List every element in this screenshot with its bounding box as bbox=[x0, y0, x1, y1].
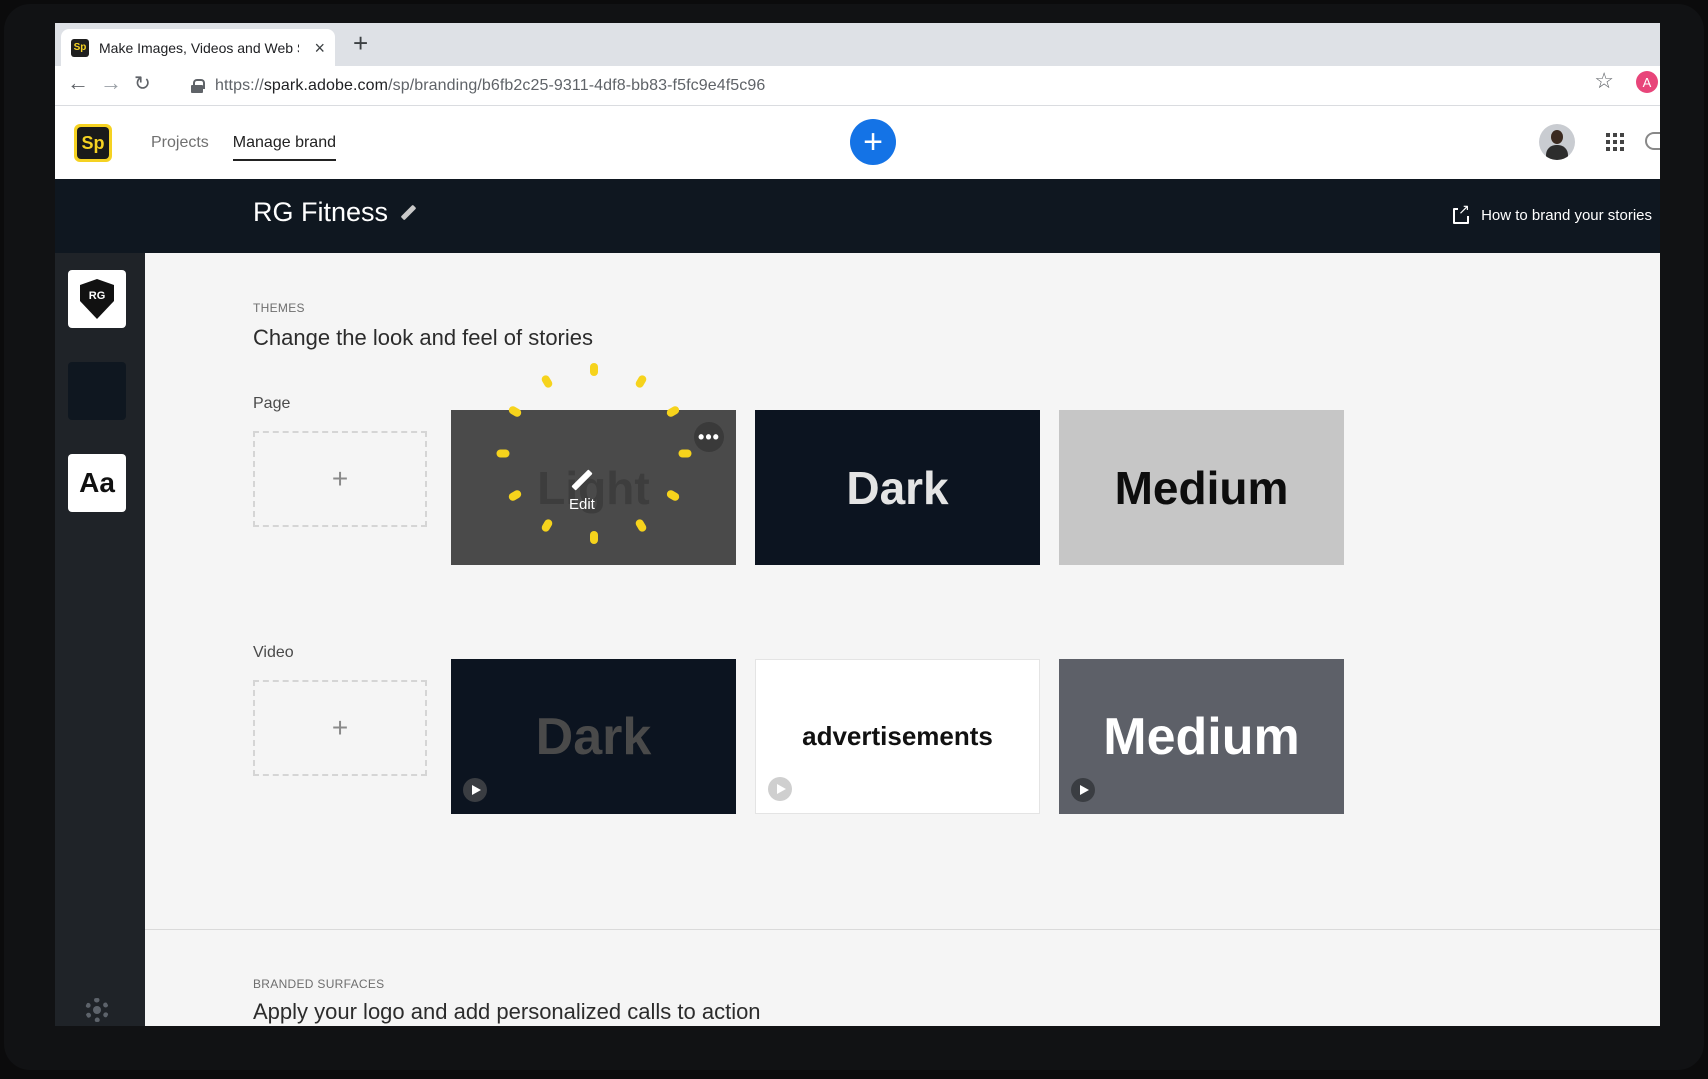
brand-name: RG Fitness bbox=[253, 197, 389, 227]
page-row-label: Page bbox=[253, 395, 291, 412]
video-theme-medium[interactable]: Medium bbox=[1059, 659, 1344, 814]
themes-eyebrow: THEMES bbox=[253, 301, 305, 315]
brand-rail: RG Aa bbox=[55, 253, 145, 1026]
edit-label: Edit bbox=[569, 496, 595, 513]
rail-color-swatch[interactable] bbox=[68, 362, 126, 420]
rg-logo-shield-icon: RG bbox=[80, 279, 114, 319]
how-to-brand-link[interactable]: How to brand your stories bbox=[1453, 201, 1652, 224]
avatar-body bbox=[1546, 145, 1568, 160]
app-header: Sp Projects Manage brand + bbox=[55, 107, 1660, 179]
rail-logo[interactable]: RG bbox=[68, 270, 126, 328]
more-options-icon[interactable]: ••• bbox=[694, 422, 724, 452]
settings-gear-icon[interactable] bbox=[85, 998, 109, 1022]
user-avatar[interactable] bbox=[1539, 124, 1575, 160]
url-prefix: https:// bbox=[215, 77, 264, 94]
highlight-ray bbox=[590, 531, 598, 544]
url-input[interactable]: https://spark.adobe.com/sp/branding/b6fb… bbox=[175, 70, 1641, 102]
bookmark-star-icon[interactable]: ☆ bbox=[1594, 68, 1614, 94]
address-bar: ← → ↻ https://spark.adobe.com/sp/brandin… bbox=[55, 66, 1660, 106]
screen: Sp Make Images, Videos and Web Stories ×… bbox=[55, 23, 1660, 1026]
branded-surfaces-title: Apply your logo and add personalized cal… bbox=[253, 999, 761, 1024]
branded-surfaces-eyebrow: BRANDED SURFACES bbox=[253, 977, 385, 991]
close-tab-icon[interactable]: × bbox=[314, 39, 325, 57]
spark-logo[interactable]: Sp bbox=[74, 124, 112, 162]
brand-title: RG Fitness bbox=[253, 197, 416, 228]
browser-tab[interactable]: Sp Make Images, Videos and Web Stories × bbox=[61, 29, 335, 66]
app-grid-icon[interactable] bbox=[1606, 133, 1624, 151]
play-icon[interactable] bbox=[768, 777, 792, 801]
device-frame: Sp Make Images, Videos and Web Stories ×… bbox=[4, 4, 1704, 1070]
new-tab-icon[interactable]: + bbox=[353, 30, 368, 56]
themes-title: Change the look and feel of stories bbox=[253, 325, 594, 350]
section-divider bbox=[145, 929, 1660, 930]
edit-brand-name-icon[interactable] bbox=[400, 205, 416, 221]
video-theme-advertisements-label: advertisements bbox=[802, 721, 993, 751]
add-page-theme-button[interactable]: + bbox=[253, 431, 427, 527]
back-icon[interactable]: ← bbox=[67, 72, 89, 94]
nav-projects[interactable]: Projects bbox=[151, 107, 209, 179]
add-video-theme-button[interactable]: + bbox=[253, 680, 427, 776]
video-theme-medium-label: Medium bbox=[1103, 707, 1300, 766]
browser-profile-avatar[interactable]: A bbox=[1636, 71, 1658, 93]
highlight-ray bbox=[590, 363, 598, 376]
spark-logo-text: Sp bbox=[77, 127, 109, 159]
rail-font[interactable]: Aa bbox=[68, 454, 126, 512]
edit-pencil-icon bbox=[571, 470, 593, 492]
forward-icon[interactable]: → bbox=[100, 72, 122, 94]
reload-icon[interactable]: ↻ bbox=[134, 74, 151, 94]
page-theme-dark-label: Dark bbox=[846, 461, 949, 514]
url-host: spark.adobe.com bbox=[263, 77, 389, 94]
create-button[interactable]: + bbox=[850, 119, 896, 165]
highlight-ray bbox=[678, 449, 692, 458]
highlight-ray bbox=[496, 449, 510, 458]
page-theme-medium[interactable]: Medium bbox=[1059, 410, 1344, 565]
how-to-brand-label: How to brand your stories bbox=[1481, 207, 1652, 224]
browser-tab-strip: Sp Make Images, Videos and Web Stories ×… bbox=[55, 23, 1660, 66]
nav-manage-brand[interactable]: Manage brand bbox=[232, 107, 337, 179]
highlight-ray bbox=[540, 373, 554, 390]
video-theme-dark[interactable]: Dark bbox=[451, 659, 736, 814]
video-theme-dark-label: Dark bbox=[535, 707, 652, 766]
creative-cloud-icon[interactable] bbox=[1645, 132, 1660, 150]
highlight-ray bbox=[634, 373, 648, 390]
main-content: THEMES Change the look and feel of stori… bbox=[145, 253, 1660, 1026]
video-theme-advertisements[interactable]: advertisements bbox=[755, 659, 1040, 814]
spark-favicon-icon: Sp bbox=[71, 38, 89, 57]
video-row-label: Video bbox=[253, 644, 294, 661]
brand-header: RG Fitness How to brand your stories bbox=[55, 179, 1660, 253]
play-icon[interactable] bbox=[463, 778, 487, 802]
app-nav: Projects Manage brand bbox=[151, 107, 360, 179]
url-text: https://spark.adobe.com/sp/branding/b6fb… bbox=[215, 77, 765, 95]
page-theme-dark[interactable]: Dark bbox=[755, 410, 1040, 565]
page-theme-medium-label: Medium bbox=[1114, 461, 1289, 514]
avatar-head bbox=[1551, 130, 1563, 144]
edit-overlay[interactable]: Edit bbox=[569, 470, 595, 513]
external-link-icon bbox=[1453, 201, 1470, 224]
play-icon[interactable] bbox=[1071, 778, 1095, 802]
lock-icon bbox=[191, 79, 205, 93]
url-path: /sp/branding/b6fb2c25-9311-4df8-bb83-f5f… bbox=[388, 77, 766, 94]
tab-title: Make Images, Videos and Web Stories bbox=[99, 39, 299, 56]
